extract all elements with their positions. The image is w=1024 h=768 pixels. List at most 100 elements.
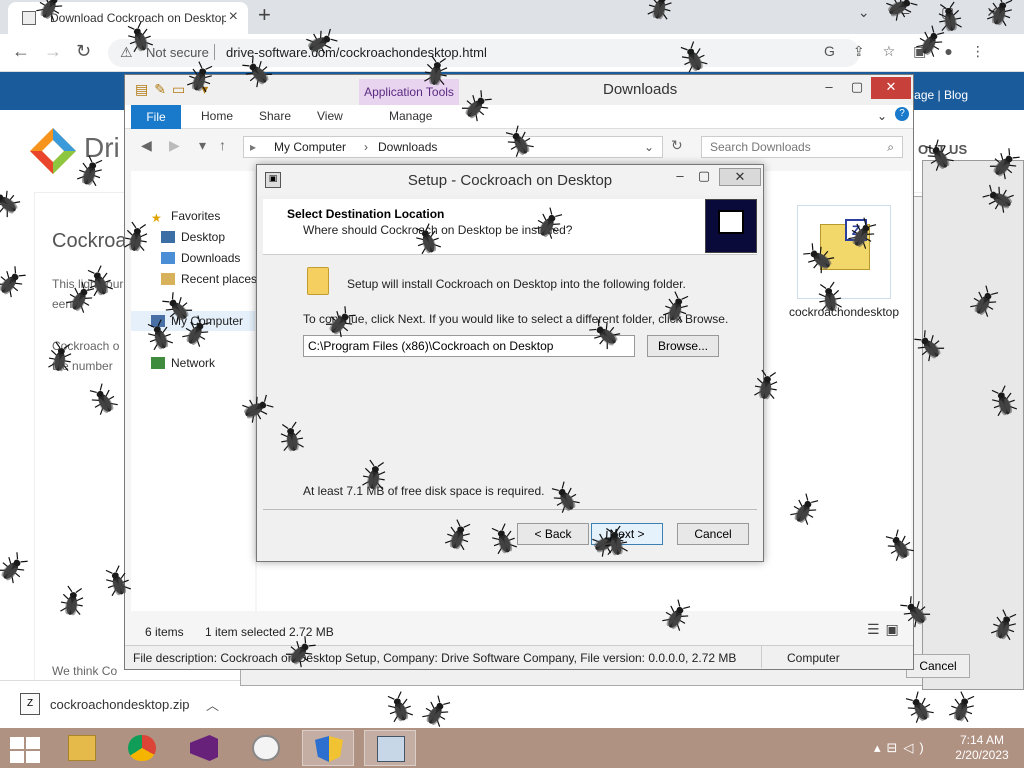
explorer-address-bar[interactable]: ▸ My Computer › Downloads ⌄ — [243, 136, 663, 158]
desktop-icon — [161, 231, 175, 243]
computer-icon — [151, 315, 165, 327]
nav-network[interactable]: Network — [151, 356, 215, 370]
selection-info: 1 item selected 2.72 MB — [205, 625, 334, 639]
close-icon[interactable]: ✕ — [871, 77, 911, 99]
nav-desktop[interactable]: Desktop — [161, 230, 225, 244]
zip-file-icon: Z — [20, 693, 40, 715]
nav-favorites[interactable]: ★ Favorites — [151, 209, 220, 225]
ribbon-expand-icon[interactable]: ⌄ — [877, 109, 887, 123]
clock-date: 2/20/2023 — [955, 748, 1009, 762]
breadcrumb-downloads[interactable]: Downloads — [378, 140, 437, 154]
tab-file[interactable]: File — [131, 105, 181, 129]
start-button[interactable] — [6, 734, 40, 763]
reload-icon[interactable]: ↻ — [76, 41, 91, 62]
application-tools-label: Application Tools — [359, 79, 459, 105]
up-icon[interactable]: ↑ — [219, 137, 226, 153]
file-description: File description: Cockroach on Desktop S… — [133, 651, 737, 665]
browse-button[interactable]: Browse... — [647, 335, 719, 357]
page-title: Cockroa — [52, 230, 127, 252]
maximize-icon[interactable]: ▢ — [691, 168, 717, 186]
search-icon[interactable]: ⌕ — [887, 140, 894, 155]
toolbar-icons[interactable]: G⇪☆▣●⋮ — [824, 43, 1003, 60]
file-name[interactable]: cockroachondesktop — [787, 305, 901, 320]
close-icon[interactable]: ✕ — [719, 168, 761, 186]
about-us-link[interactable]: OUT US — [918, 142, 967, 157]
system-tray-icons[interactable]: ▴⊟◁) — [874, 740, 930, 756]
minimize-icon[interactable]: – — [667, 168, 693, 186]
tab-bar: Download Cockroach on Desktop × + ⌄ – ▢ … — [0, 0, 1024, 34]
cancel-button[interactable]: Cancel — [677, 523, 749, 545]
ribbon-tabs: File Home Share View Manage ⌄ ? — [125, 105, 913, 129]
page-paragraph: This ligh your een. — [52, 277, 124, 311]
setup-computer-icon — [705, 199, 757, 253]
taskbar: ▴⊟◁) 7:14 AM 2/20/2023 — [0, 728, 1024, 768]
close-tab-icon[interactable]: × — [229, 8, 238, 26]
explorer-titlebar: ▤✎▭ ▾ Application Tools Downloads – ▢ ✕ — [125, 75, 913, 105]
computer-location: Computer — [787, 651, 840, 665]
search-placeholder: Search Downloads — [710, 140, 811, 154]
downloads-icon — [161, 252, 175, 264]
warning-icon[interactable]: ⚠ — [120, 44, 133, 61]
next-button[interactable]: Next > — [591, 523, 663, 545]
system-clock[interactable]: 7:14 AM 2/20/2023 — [950, 733, 1014, 763]
clock-icon — [252, 735, 280, 761]
taskbar-chrome[interactable] — [116, 730, 168, 766]
minimize-icon[interactable]: – — [815, 77, 843, 99]
tab-manage[interactable]: Manage — [389, 109, 432, 123]
nav-recent-places[interactable]: Recent places — [161, 272, 257, 286]
forward-icon[interactable]: ▶ — [169, 137, 180, 154]
download-filename[interactable]: cockroachondesktop.zip — [50, 697, 189, 712]
search-downloads-input[interactable]: Search Downloads ⌕ — [701, 136, 903, 158]
taskbar-file-explorer[interactable] — [56, 730, 108, 766]
forward-arrow-icon[interactable]: → — [44, 41, 62, 62]
not-secure-label[interactable]: Not secure — [146, 45, 209, 60]
file-item-selected[interactable]: Z — [797, 205, 891, 299]
back-button[interactable]: < Back — [517, 523, 589, 545]
recent-locations-icon[interactable]: ▾ — [199, 137, 206, 154]
browser-toolbar: ← → ↻ ⚠ Not secure drive-software.com/co… — [0, 34, 1024, 72]
quick-access-toolbar[interactable]: ▤✎▭ ▾ — [135, 81, 214, 98]
background-cancel-button[interactable]: Cancel — [906, 654, 970, 678]
nav-downloads[interactable]: Downloads — [161, 251, 240, 265]
back-icon[interactable]: ◀ — [141, 137, 152, 154]
folder-icon: ▸ — [250, 140, 257, 154]
tab-share[interactable]: Share — [259, 109, 291, 123]
breadcrumb-my-computer[interactable]: My Computer — [274, 140, 346, 154]
zip-folder-icon: Z — [820, 219, 870, 270]
nav-my-computer[interactable]: My Computer — [151, 314, 243, 328]
taskbar-setup-installer[interactable] — [364, 730, 416, 766]
disk-space-text: At least 7.1 MB of free disk space is re… — [303, 484, 545, 498]
window-controls[interactable]: ⌄ – ▢ ✕ — [858, 4, 1012, 21]
destination-path-input[interactable] — [303, 335, 635, 357]
drive-software-logo-icon — [30, 128, 76, 174]
setup-window-controls: – ▢ ✕ — [667, 168, 761, 188]
breadcrumb-separator-icon: › — [364, 140, 368, 154]
tab-title: Download Cockroach on Desktop — [50, 11, 226, 25]
setup-subheading: Where should Cockroach on Desktop be ins… — [303, 223, 573, 237]
address-bar[interactable]: ⚠ Not secure drive-software.com/cockroac… — [108, 39, 860, 67]
tab-view[interactable]: View — [317, 109, 343, 123]
browser-tab[interactable]: Download Cockroach on Desktop × — [8, 2, 248, 34]
tab-home[interactable]: Home — [201, 109, 233, 123]
dropdown-icon[interactable]: ⌄ — [644, 140, 654, 154]
download-item[interactable]: Z cockroachondesktop.zip ︿ — [14, 691, 224, 719]
maximize-icon[interactable]: ▢ — [843, 77, 871, 99]
item-count: 6 items — [145, 625, 184, 639]
help-icon[interactable]: ? — [895, 107, 909, 121]
taskbar-clock-app[interactable] — [240, 730, 292, 766]
view-toggle-icons[interactable]: ☰▣ — [867, 621, 905, 638]
refresh-icon[interactable]: ↻ — [671, 137, 683, 154]
setup-heading: Select Destination Location — [287, 207, 445, 221]
url-text[interactable]: drive-software.com/cockroachondesktop.ht… — [226, 45, 487, 60]
setup-header: Select Destination Location Where should… — [263, 199, 757, 255]
site-nav-links[interactable]: age | Blog — [914, 88, 968, 102]
taskbar-setup[interactable] — [302, 730, 354, 766]
chevron-up-icon[interactable]: ︿ — [206, 695, 219, 714]
installer-icon — [377, 736, 405, 762]
background-window-right — [922, 160, 1024, 690]
back-arrow-icon[interactable]: ← — [12, 41, 30, 62]
continue-text: To continue, click Next. If you would li… — [303, 312, 729, 326]
download-bar: Z cockroachondesktop.zip ︿ — [0, 680, 1024, 728]
taskbar-visual-studio[interactable] — [178, 730, 230, 766]
new-tab-button[interactable]: + — [258, 2, 271, 28]
